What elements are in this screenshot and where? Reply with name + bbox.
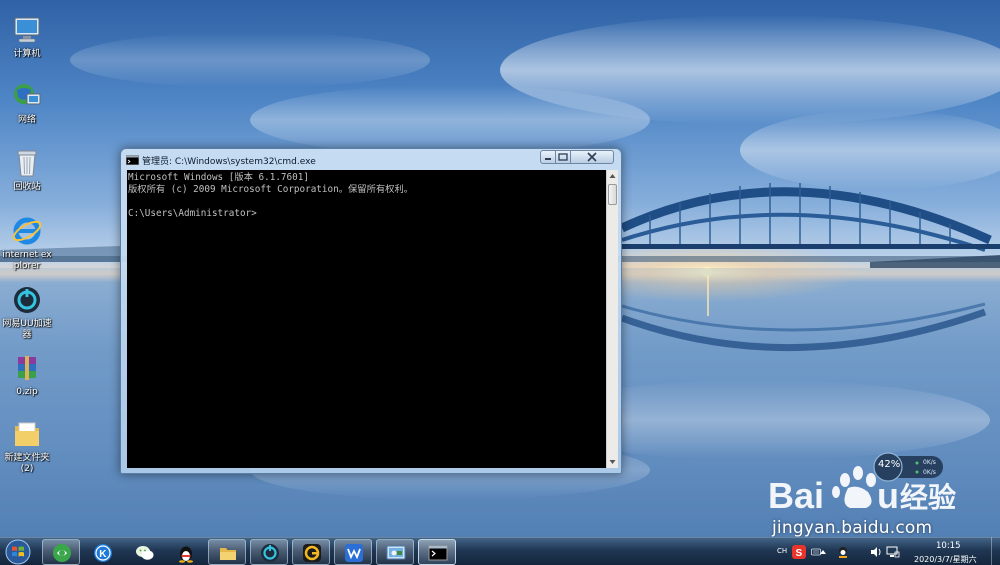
taskbar-item-kugou[interactable]: K bbox=[83, 539, 121, 565]
wps-icon bbox=[345, 544, 363, 562]
wechat-icon bbox=[136, 546, 154, 560]
desktop-icon-label: 计算机 bbox=[13, 49, 41, 59]
maximize-button[interactable] bbox=[555, 150, 571, 164]
baidu-jingyan-logo-icon: Bai u 经验 bbox=[768, 466, 956, 516]
svg-text:K: K bbox=[99, 549, 107, 560]
desktop-icon-label: 0.zip bbox=[16, 387, 38, 397]
close-icon bbox=[587, 152, 597, 162]
taskbar-item-qq[interactable] bbox=[166, 539, 204, 565]
system-tray: CH S 10:15 2020/3/7/星期六 bbox=[770, 538, 1000, 565]
svg-text:S: S bbox=[796, 548, 803, 559]
recycle-bin-icon bbox=[17, 150, 37, 177]
network-status-icon[interactable] bbox=[886, 545, 900, 559]
minimize-icon bbox=[545, 158, 551, 160]
show-hidden-icons-arrow-icon[interactable] bbox=[819, 548, 827, 556]
svg-text:u: u bbox=[877, 475, 899, 516]
vertical-scrollbar[interactable] bbox=[606, 170, 618, 468]
desktop-icon-label: 回收站 bbox=[13, 182, 41, 192]
control-panel-icon bbox=[386, 545, 406, 560]
console-prompt: C:\Users\Administrator> bbox=[128, 208, 257, 219]
desktop-icon-netease-uu[interactable]: 网易UU加速器 bbox=[0, 284, 54, 341]
clock-time[interactable]: 10:15 bbox=[936, 541, 961, 551]
show-desktop-button[interactable] bbox=[991, 537, 1000, 565]
window-titlebar[interactable]: 管理员: C:\Windows\system32\cmd.exe bbox=[121, 149, 621, 170]
svg-text:Bai: Bai bbox=[768, 475, 824, 516]
cmd-window[interactable]: 管理员: C:\Windows\system32\cmd.exe Microso… bbox=[120, 148, 622, 474]
desktop-icon-internet-explorer[interactable]: internet explorer bbox=[0, 215, 54, 272]
desktop-icon-computer[interactable]: 计算机 bbox=[0, 14, 54, 60]
kugou-icon: K bbox=[94, 544, 112, 562]
scroll-up-arrow-icon[interactable] bbox=[607, 170, 618, 182]
sogou-ime-icon[interactable]: S bbox=[792, 545, 806, 559]
console-line: Microsoft Windows [版本 6.1.7601] bbox=[128, 172, 309, 183]
cmd-icon bbox=[428, 545, 448, 561]
taskbar-item-browser[interactable] bbox=[42, 539, 80, 565]
taskbar-item-wps[interactable] bbox=[334, 539, 372, 565]
scroll-down-arrow-icon[interactable] bbox=[607, 456, 618, 468]
folder-icon bbox=[220, 548, 236, 560]
network-globe-icon bbox=[14, 84, 41, 105]
taskbar-item-control-panel[interactable] bbox=[376, 539, 414, 565]
uu-accelerator-icon bbox=[261, 544, 279, 562]
game-launcher-icon bbox=[303, 544, 321, 562]
qq-penguin-icon bbox=[179, 546, 193, 563]
start-button[interactable] bbox=[3, 538, 33, 565]
clock-date[interactable]: 2020/3/7/星期六 bbox=[914, 554, 977, 565]
taskbar: K CH S 10:15 2020/3/7/星期六 bbox=[0, 537, 1000, 565]
taskbar-item-game[interactable] bbox=[292, 539, 330, 565]
desktop-icon-network[interactable]: 网络 bbox=[0, 80, 54, 126]
desktop-icon-label: internet explorer bbox=[2, 250, 52, 271]
computer-icon bbox=[14, 17, 40, 43]
close-button[interactable] bbox=[570, 150, 614, 164]
console-line: 版权所有 (c) 2009 Microsoft Corporation。保留所有… bbox=[128, 184, 414, 195]
volume-icon[interactable] bbox=[869, 545, 883, 559]
desktop-icon-zip-file[interactable]: 0.zip bbox=[0, 352, 54, 398]
taskbar-item-wechat[interactable] bbox=[125, 539, 163, 565]
desktop-icon-new-folder[interactable]: 新建文件夹 (2) bbox=[0, 418, 54, 475]
internet-explorer-icon bbox=[12, 217, 42, 245]
uu-accelerator-icon bbox=[14, 287, 40, 313]
svg-text:经验: 经验 bbox=[900, 481, 956, 514]
minimize-button[interactable] bbox=[540, 150, 556, 164]
tray-app-icon[interactable] bbox=[836, 545, 850, 559]
desktop-icon-recycle-bin[interactable]: 回收站 bbox=[0, 147, 54, 193]
winrar-archive-icon bbox=[18, 356, 36, 380]
taskbar-item-cmd[interactable] bbox=[418, 539, 456, 565]
console-output[interactable]: Microsoft Windows [版本 6.1.7601] 版权所有 (c)… bbox=[127, 170, 606, 468]
ime-indicator[interactable]: CH bbox=[777, 547, 787, 555]
taskbar-item-explorer[interactable] bbox=[208, 539, 246, 565]
desktop-icon-label: 网易UU加速器 bbox=[2, 319, 52, 340]
window-title: 管理员: C:\Windows\system32\cmd.exe bbox=[142, 157, 316, 167]
watermark-url: jingyan.baidu.com bbox=[772, 518, 933, 538]
scroll-thumb[interactable] bbox=[608, 184, 617, 205]
desktop: 计算机 网络 回收站 internet explorer 网易UU加速器 0.z… bbox=[0, 0, 1000, 565]
restore-icon bbox=[558, 153, 568, 161]
folder-icon bbox=[15, 422, 39, 446]
baidu-jingyan-watermark: Bai u 经验 jingyan.baidu.com bbox=[760, 456, 1000, 546]
browser-icon bbox=[53, 544, 71, 562]
taskbar-item-uu[interactable] bbox=[250, 539, 288, 565]
desktop-icon-label: 网络 bbox=[17, 115, 36, 125]
desktop-icon-label: 新建文件夹 (2) bbox=[4, 453, 50, 474]
cmd-icon bbox=[126, 155, 139, 165]
